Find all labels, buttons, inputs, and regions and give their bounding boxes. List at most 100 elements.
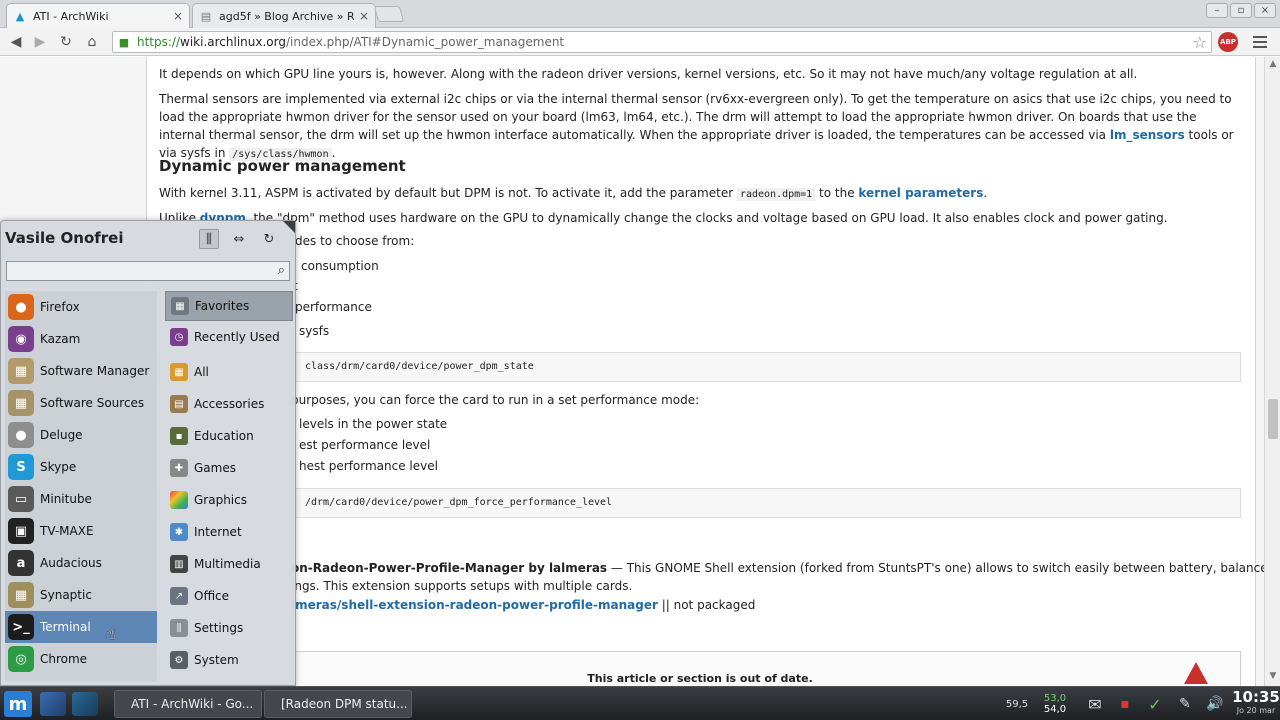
recent-icon: ◷ [170, 328, 188, 346]
app-software-manager[interactable]: ▦ Software Manager [5, 355, 157, 387]
category-label: Games [194, 461, 236, 475]
code-text: class/drm/card0/device/power_dpm_state [305, 361, 534, 372]
logout-icon[interactable]: ⇔ [229, 229, 249, 249]
category-system[interactable]: ⚙ System [165, 645, 293, 675]
tab-title: ATI - ArchWiki [33, 9, 109, 23]
category-education[interactable]: ▪ Education [165, 421, 293, 451]
hand-cursor-icon: ☝ [106, 624, 116, 643]
list-item: est performance level [299, 438, 431, 452]
category-recently-used[interactable]: ◷ Recently Used [165, 322, 293, 352]
taskbar: m ATI - ArchWiki - Go... [Radeon DPM sta… [0, 686, 1280, 720]
category-office[interactable]: ↗ Office [165, 581, 293, 611]
url-path: /index.php/ATI#Dynamic_power_management [285, 35, 565, 49]
lock-icon: ■ [118, 35, 130, 49]
category-favorites[interactable]: ▦ Favorites [165, 291, 293, 321]
task-editor[interactable]: [Radeon DPM statu... [264, 690, 412, 718]
address-bar[interactable]: ■ https://wiki.archlinux.org/index.php/A… [112, 31, 1212, 53]
volume-icon[interactable]: 🔊 [1202, 687, 1228, 720]
reload-icon[interactable]: ↻ [56, 32, 76, 52]
app-terminal[interactable]: >_ Terminal [5, 611, 157, 643]
category-label: Settings [194, 621, 244, 635]
clock[interactable]: 10:35 Jo 20 mar [1232, 688, 1280, 715]
scrollbar-thumb[interactable] [1268, 399, 1278, 439]
tab-archwiki[interactable]: ▲ ATI - ArchWiki × [6, 3, 190, 28]
scroll-down-icon[interactable]: ▼ [1268, 671, 1278, 681]
category-accessories[interactable]: ▤ Accessories [165, 389, 293, 419]
adblock-icon[interactable]: ABP [1218, 32, 1238, 52]
app-kazam[interactable]: ◉ Kazam [5, 323, 157, 355]
app-label: Firefox [40, 300, 80, 314]
close-window-button[interactable]: × [1254, 3, 1276, 18]
category-settings[interactable]: ⫼ Settings [165, 613, 293, 643]
app-tv-maxe[interactable]: ▣ TV-MAXE [5, 515, 157, 547]
mint-menu-button[interactable]: m [4, 691, 32, 717]
mail-icon[interactable]: ✉ [1082, 687, 1108, 720]
app-skype[interactable]: S Skype [5, 451, 157, 483]
task-label: ATI - ArchWiki - Go... [131, 697, 254, 711]
back-icon[interactable]: ◀ [6, 32, 26, 52]
extension-desc: ings. This extension supports setups wit… [291, 579, 633, 593]
app-deluge[interactable]: ● Deluge [5, 419, 157, 451]
bookmark-star-icon[interactable]: ☆ [1193, 33, 1207, 52]
category-internet[interactable]: ✱ Internet [165, 517, 293, 547]
category-multimedia[interactable]: ▥ Multimedia [165, 549, 293, 579]
restart-icon[interactable]: ↻ [259, 229, 279, 249]
favorite-apps-list: ● Firefox ◉ Kazam ▦ Software Manager ▦ Softw… [5, 291, 157, 681]
out-of-date-notice: This article or section is out of date. [159, 651, 1241, 686]
clock-date: Jo 20 mar [1236, 706, 1276, 715]
tv-icon: ▣ [8, 518, 34, 544]
minimize-button[interactable]: – [1206, 3, 1228, 18]
new-tab-button[interactable] [373, 6, 405, 22]
pen-icon[interactable]: ✎ [1172, 687, 1198, 720]
category-graphics[interactable]: Graphics [165, 485, 293, 515]
text: Thermal sensors are implemented via exte… [159, 92, 1232, 142]
extension-links: lmeras/shell-extension-radeon-power-prof… [291, 598, 755, 612]
text: , the "dpm" method uses hardware on the … [245, 211, 1168, 225]
page-icon: ▤ [200, 9, 212, 23]
scroll-up-icon[interactable]: ▲ [1268, 59, 1278, 69]
app-synaptic[interactable]: ▦ Synaptic [5, 579, 157, 611]
category-all[interactable]: ▦ All [165, 357, 293, 387]
clock-time: 10:35 [1232, 688, 1280, 706]
menu-search-input[interactable]: ⌕ [6, 261, 290, 281]
chrome-icon: ◎ [8, 646, 34, 672]
home-icon[interactable]: ⌂ [82, 32, 102, 52]
search-icon: ⌕ [277, 263, 285, 278]
forward-icon[interactable]: ▶ [30, 32, 50, 52]
close-tab-icon[interactable]: × [359, 9, 369, 23]
firefox-icon: ● [8, 294, 34, 320]
warning-icon [1184, 662, 1208, 684]
notice-text: This article or section is out of date. [587, 672, 813, 685]
kernel-parameters-link[interactable]: kernel parameters [858, 186, 983, 200]
list-item: performance [295, 300, 372, 314]
close-tab-icon[interactable]: × [173, 9, 183, 23]
tab-blog[interactable]: ▤ agd5f » Blog Archive » Ra × [192, 3, 376, 28]
app-audacious[interactable]: a Audacious [5, 547, 157, 579]
extension-repo-link[interactable]: lmeras/shell-extension-radeon-power-prof… [291, 598, 658, 612]
paragraph-kernel: With kernel 3.11, ASPM is activated by d… [159, 184, 1239, 204]
internet-icon: ✱ [170, 523, 188, 541]
app-chrome[interactable]: ◎ Chrome [5, 643, 157, 675]
shield-icon[interactable]: ✓ [1142, 687, 1168, 720]
category-games[interactable]: ✚ Games [165, 453, 293, 483]
lm-sensors-link[interactable]: lm_sensors [1110, 128, 1185, 142]
synaptic-icon: ▦ [8, 582, 34, 608]
text: to the [815, 186, 859, 200]
show-desktop-icon[interactable] [40, 692, 66, 716]
maximize-button[interactable]: ▫ [1230, 3, 1252, 18]
app-minitube[interactable]: ▭ Minitube [5, 483, 157, 515]
browser-menu-icon[interactable] [1252, 34, 1268, 50]
app-label: Chrome [40, 652, 88, 666]
network-icon[interactable]: ▪ [1112, 687, 1138, 720]
mixer-icon[interactable]: ⫼ [199, 229, 219, 249]
page-scrollbar[interactable]: ▲ ▼ [1264, 57, 1280, 686]
category-label: System [194, 653, 239, 667]
accessories-icon: ▤ [170, 395, 188, 413]
system-monitor-icon[interactable] [72, 692, 98, 716]
games-icon: ✚ [170, 459, 188, 477]
office-icon: ↗ [170, 587, 188, 605]
app-software-sources[interactable]: ▦ Software Sources [5, 387, 157, 419]
app-firefox[interactable]: ● Firefox [5, 291, 157, 323]
category-label: Education [194, 429, 254, 443]
task-browser[interactable]: ATI - ArchWiki - Go... [114, 690, 262, 718]
